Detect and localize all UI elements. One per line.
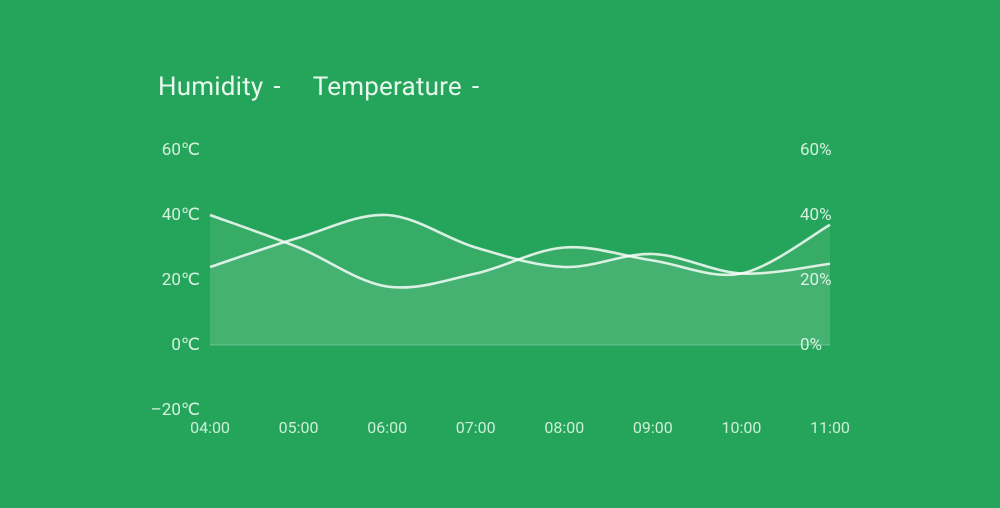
legend-temperature-value: -: [472, 72, 479, 102]
legend-item-temperature: Temperature -: [313, 72, 479, 102]
x-tick: 07:00: [456, 418, 496, 437]
legend-item-humidity: Humidity -: [158, 72, 281, 102]
legend-humidity-label: Humidity: [158, 72, 263, 102]
x-tick: 09:00: [633, 418, 673, 437]
chart-area: 60℃40℃20℃0℃–20℃ 60%40%20%0% 04:0005:0006…: [120, 150, 880, 450]
legend-humidity-value: -: [273, 72, 280, 102]
plot-area: [210, 150, 830, 410]
temperature-area: [210, 215, 830, 345]
y-left-tick: –20℃: [120, 400, 200, 420]
legend: Humidity - Temperature -: [158, 72, 479, 102]
y-left-tick: 60℃: [120, 140, 200, 160]
x-tick: 05:00: [279, 418, 319, 437]
y-left-tick: 0℃: [120, 335, 200, 355]
legend-temperature-label: Temperature: [313, 72, 462, 102]
chart-svg: [210, 150, 830, 410]
x-tick: 08:00: [544, 418, 584, 437]
y-left-tick: 40℃: [120, 205, 200, 225]
chart-card: Humidity - Temperature - 60℃ 40℃ 20℃ 0℃ –20℃…: [0, 0, 1000, 508]
x-tick: 11:00: [810, 418, 850, 437]
x-tick: 10:00: [722, 418, 762, 437]
x-tick: 06:00: [367, 418, 407, 437]
x-tick: 04:00: [190, 418, 230, 437]
y-left-tick: 20℃: [120, 270, 200, 290]
x-axis: 04:0005:0006:0007:0008:0009:0010:0011:00: [210, 418, 830, 442]
